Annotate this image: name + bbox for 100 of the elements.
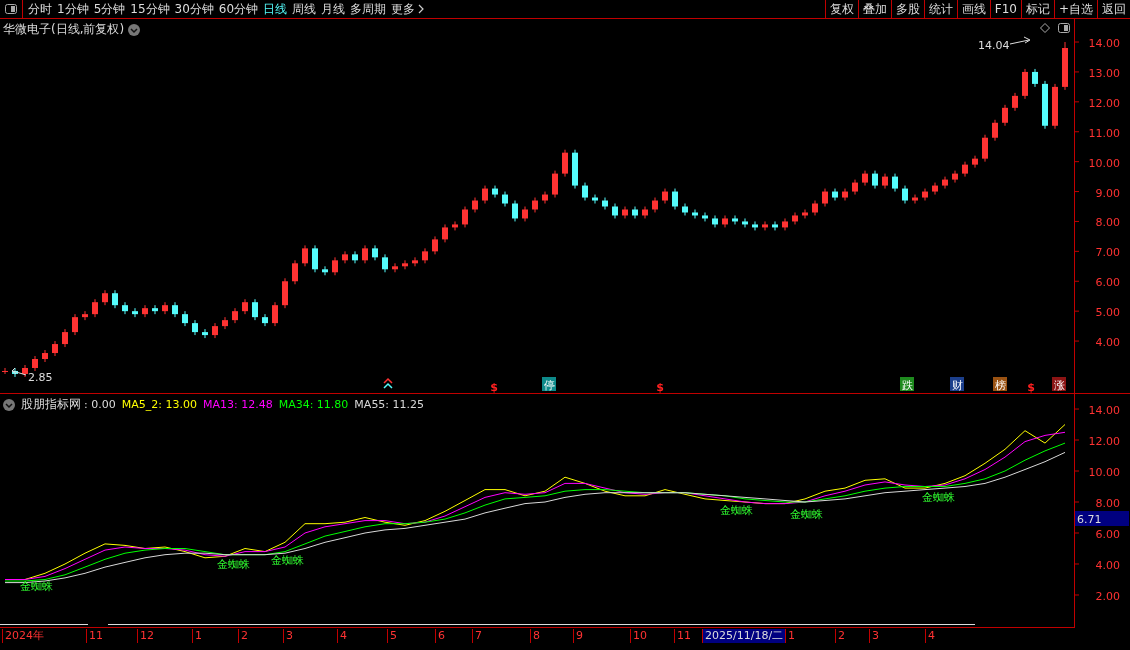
panel-toggle-icon[interactable] bbox=[1058, 23, 1070, 33]
candlestick bbox=[812, 200, 818, 216]
price-axis-label: 7.00 bbox=[1095, 246, 1120, 260]
indicator-value: : 0.00 bbox=[84, 398, 116, 411]
candlestick bbox=[242, 298, 248, 315]
period-tab[interactable]: 分时 bbox=[23, 0, 52, 18]
candlestick bbox=[1002, 104, 1008, 127]
period-tab[interactable]: 30分钟 bbox=[169, 0, 214, 18]
toolbar-button[interactable]: 标记 bbox=[1020, 0, 1054, 18]
signal-label: 金蜘蛛 bbox=[719, 504, 753, 517]
toolbar-button[interactable]: +自选 bbox=[1053, 0, 1097, 18]
date-label: 10 bbox=[630, 629, 649, 643]
toolbar-button[interactable]: F10 bbox=[989, 0, 1021, 18]
indicator-axis-label: 4.00 bbox=[1095, 559, 1120, 572]
date-label: 12 bbox=[137, 629, 156, 643]
indicator-axis-label: 10.00 bbox=[1088, 466, 1120, 479]
candlestick bbox=[902, 185, 908, 204]
candlestick bbox=[402, 259, 408, 270]
low-price-arrow bbox=[11, 367, 27, 376]
price-axis-label: 12.00 bbox=[1088, 96, 1120, 110]
candlestick bbox=[122, 301, 128, 315]
candlestick bbox=[142, 304, 148, 318]
price-axis-label: 10.00 bbox=[1088, 156, 1120, 170]
cursor-value-box bbox=[1075, 511, 1129, 526]
period-tab[interactable]: 月线 bbox=[316, 0, 346, 18]
candlestick bbox=[252, 298, 258, 321]
candlestick bbox=[172, 301, 178, 318]
date-label: 4 bbox=[925, 629, 937, 643]
price-axis-label: 5.00 bbox=[1095, 306, 1120, 320]
candlestick bbox=[292, 259, 298, 285]
period-tab[interactable]: 1分钟 bbox=[52, 0, 89, 18]
candlestick bbox=[962, 161, 968, 178]
chevron-down-icon[interactable] bbox=[128, 23, 141, 36]
candlestick bbox=[742, 217, 748, 228]
diamond-icon[interactable] bbox=[1040, 23, 1050, 33]
chevron-down-icon[interactable] bbox=[3, 398, 15, 411]
period-tab[interactable]: 周线 bbox=[287, 0, 317, 18]
toolbar-button[interactable]: 画线 bbox=[956, 0, 990, 18]
period-tab[interactable]: 多周期 bbox=[345, 0, 387, 18]
candlestick bbox=[232, 307, 238, 324]
candlestick bbox=[482, 185, 488, 204]
candlestick bbox=[972, 155, 978, 169]
candlestick bbox=[652, 197, 658, 213]
candlestick bbox=[1052, 83, 1058, 130]
candlestick bbox=[12, 367, 18, 378]
period-tab[interactable]: 15分钟 bbox=[125, 0, 170, 18]
candlestick bbox=[352, 250, 358, 264]
period-tab[interactable]: 更多 bbox=[386, 0, 416, 18]
date-label: 8 bbox=[530, 629, 542, 643]
candlestick bbox=[872, 170, 878, 190]
date-label: 2024年 bbox=[2, 629, 46, 643]
candlestick bbox=[342, 250, 348, 264]
candlestick bbox=[2, 367, 8, 375]
candlestick bbox=[92, 298, 98, 318]
toolbar-button[interactable]: 多股 bbox=[890, 0, 924, 18]
toolbar-button[interactable]: 复权 bbox=[824, 0, 858, 18]
candlestick bbox=[732, 214, 738, 225]
candlestick bbox=[782, 217, 788, 231]
candlestick bbox=[492, 185, 498, 199]
date-label: 5 bbox=[387, 629, 399, 643]
candlestick bbox=[552, 170, 558, 199]
candlestick bbox=[222, 316, 228, 330]
candlestick bbox=[362, 244, 368, 264]
cursor-value: 6.71 bbox=[1077, 513, 1102, 526]
period-tab[interactable]: 5分钟 bbox=[88, 0, 126, 18]
candlestick bbox=[192, 319, 198, 336]
period-tab[interactable]: 日线 bbox=[258, 0, 288, 18]
date-label: 6 bbox=[435, 629, 447, 643]
candlestick bbox=[52, 340, 58, 357]
toolbar-button[interactable]: 返回 bbox=[1097, 0, 1130, 18]
price-axis-label: 14.00 bbox=[1088, 37, 1120, 51]
candlestick bbox=[912, 194, 918, 204]
candlestick bbox=[542, 191, 548, 204]
candlestick bbox=[862, 170, 868, 187]
signal-label: 金蜘蛛 bbox=[216, 558, 250, 571]
candlestick bbox=[852, 179, 858, 196]
candlestick bbox=[592, 194, 598, 204]
event-tag-label: 停 bbox=[543, 379, 555, 392]
candlestick bbox=[442, 223, 448, 243]
date-label: 9 bbox=[573, 629, 585, 643]
candlestick bbox=[42, 349, 48, 363]
candlestick bbox=[832, 188, 838, 201]
candlestick bbox=[622, 206, 628, 219]
candlestick bbox=[322, 265, 328, 276]
signal-label: 金蜘蛛 bbox=[19, 580, 53, 593]
candlestick bbox=[422, 247, 428, 264]
date-label: 1 bbox=[785, 629, 797, 643]
legend-item: MA34: 11.80 bbox=[278, 398, 349, 411]
date-label: 2025/11/18/二 bbox=[702, 629, 786, 643]
signal-marker: $ bbox=[656, 381, 664, 394]
period-tab[interactable]: 60分钟 bbox=[213, 0, 259, 18]
signal-label: 金蜘蛛 bbox=[921, 491, 955, 504]
toolbar-button[interactable]: 叠加 bbox=[857, 0, 891, 18]
toolbar-button[interactable]: 统计 bbox=[923, 0, 957, 18]
candlestick bbox=[162, 301, 168, 315]
price-axis-label: 13.00 bbox=[1088, 66, 1120, 80]
candlestick bbox=[62, 328, 68, 348]
signal-label: 金蜘蛛 bbox=[270, 554, 304, 567]
candlestick bbox=[522, 206, 528, 222]
double-up-arrow-icon bbox=[383, 377, 393, 389]
